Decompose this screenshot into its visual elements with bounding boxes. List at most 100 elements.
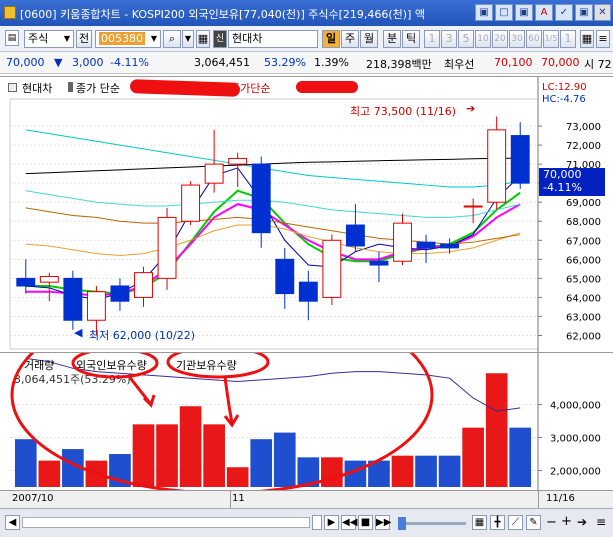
best-quote-label: 최우선 [444,58,475,71]
volume-bar [226,467,249,487]
scroll-left-icon[interactable]: ◀ [5,515,20,530]
volume-bar [250,439,273,487]
candle-body [204,163,224,184]
volume-bar [321,457,343,487]
candle-body [110,285,130,302]
minute-30-button[interactable]: 30 [509,30,525,48]
period-tick-button[interactable]: 틱 [402,30,420,48]
window-control-4[interactable]: A [535,4,553,21]
volume-bar [509,427,532,487]
volume-value: 3,064,451 [194,56,250,69]
candle-body [228,157,248,165]
candle-body [86,291,106,321]
volume-bar [438,455,461,487]
legend-grid-icon[interactable] [8,83,17,92]
date-label-start: 2007/10 [12,493,54,504]
window-control-5[interactable]: ✓ [555,4,573,21]
minute-input-button[interactable]: 1 [560,30,576,48]
menu-icon[interactable]: ≡ [596,30,610,48]
volume-tick-label: 2,000,000 [550,467,601,478]
window-control-3[interactable]: ▣ [515,4,533,21]
low-arrow-icon: ◀ [74,326,83,339]
window-control-1[interactable]: ▣ [475,4,493,21]
minimize-icon[interactable]: ▣ [575,4,593,21]
high-annotation: 최고 73,500 (11/16) [350,105,457,118]
zoom-slider-track[interactable] [398,522,466,525]
minute-1-button[interactable]: 1 [424,30,440,48]
candle-body [416,241,436,249]
period-month-button[interactable]: 월 [360,30,378,48]
toolbar: ▤ 주식 ▼ 전 005380 ▼ ⌕ ▼ ▦ 신 현대차 일 주 월 분 틱 … [0,26,613,52]
window-control-2[interactable]: □ [495,4,513,21]
rewind-icon[interactable]: ◀◀ [341,515,357,530]
volume-bar [179,406,202,487]
hc-label: HC:-4.76 [542,94,586,105]
price-tick-label: 65,000 [566,274,601,285]
price-tick-label: 66,000 [566,255,601,266]
volume-bar [415,455,437,487]
date-divider [230,491,231,509]
stock-name: 현대차 [228,30,318,48]
candle-body [487,129,507,203]
period-week-button[interactable]: 주 [341,30,359,48]
price-tick-label: 72,000 [566,141,601,152]
arrow-right-icon[interactable]: ➔ [577,515,587,529]
current-price-tag: 70,000 -4.11% [539,168,605,196]
volume-bar [62,449,84,487]
period-minute-button[interactable]: 분 [383,30,401,48]
volume-bar [368,460,390,487]
stop-icon[interactable]: ■ [358,515,373,530]
candle-body [463,205,483,208]
volume-chart-panel[interactable]: 4,000,000 3,000,000 2,000,000 거래량 외국인보유수량 … [0,352,613,491]
volume-bar [344,460,367,487]
grid-icon[interactable]: ▦ [580,30,594,48]
legend-divider [68,82,73,92]
candle-body [63,277,83,321]
chevron-down-icon[interactable]: ▼ [182,30,194,48]
price-tick-label: 63,000 [566,312,601,323]
candle-body [181,184,201,222]
candle-body [440,243,460,249]
minute-fraction-button[interactable]: 1/5 [543,30,559,48]
plus-icon[interactable]: + [561,514,572,529]
stock-code-input[interactable]: 005380 ▼ [95,30,161,48]
crosshair-icon[interactable]: ╋ [490,515,505,530]
candle-body [322,239,342,298]
price-chart-panel[interactable]: 73,00072,00071,00070,00069,00068,00067,0… [0,76,613,353]
minute-5-button[interactable]: 5 [458,30,474,48]
candle-body [345,224,365,247]
minute-20-button[interactable]: 20 [492,30,508,48]
candle-body [157,216,177,279]
price-chart[interactable]: 73,00072,00071,00070,00069,00068,00067,0… [0,77,613,353]
date-label-mid: 11 [232,493,245,504]
fast-forward-icon[interactable]: ▶▶ [375,515,391,530]
scroll-track[interactable] [22,517,310,528]
period-day-button[interactable]: 일 [322,30,340,48]
volume-bar [38,460,61,487]
minute-10-button[interactable]: 10 [475,30,491,48]
favorites-icon[interactable]: ▦ [196,30,210,48]
date-label-end: 11/16 [546,493,575,504]
volume-value-label: 3,064,451주(53.29%) [14,373,131,386]
candle-body [251,163,271,234]
stock-type-select[interactable]: 주식 ▼ [24,30,74,48]
ask-price: 70,100 [494,56,533,69]
minute-3-button[interactable]: 3 [441,30,457,48]
chart-settings-icon[interactable]: ▤ [5,30,19,46]
volume-bar [14,439,37,487]
search-icon[interactable]: ⌕ [163,30,181,48]
menu-icon[interactable]: ≡ [596,515,606,529]
low-annotation: 최저 62,000 (10/22) [89,329,196,342]
minus-icon[interactable]: − [546,515,557,530]
candle-body [298,281,318,302]
grid-view-icon[interactable]: ▦ [472,515,487,530]
scroll-right-icon[interactable]: ▶ [324,515,339,530]
trade-amount: 218,398백만 [366,58,432,71]
pen-icon[interactable]: ✎ [526,515,541,530]
prev-button[interactable]: 전 [76,30,92,48]
minute-60-button[interactable]: 60 [526,30,542,48]
trend-icon[interactable]: ⟋ [508,515,523,530]
close-icon[interactable]: ✕ [594,4,611,21]
zoom-slider-handle[interactable] [398,517,406,530]
scroll-thumb[interactable] [312,515,322,530]
